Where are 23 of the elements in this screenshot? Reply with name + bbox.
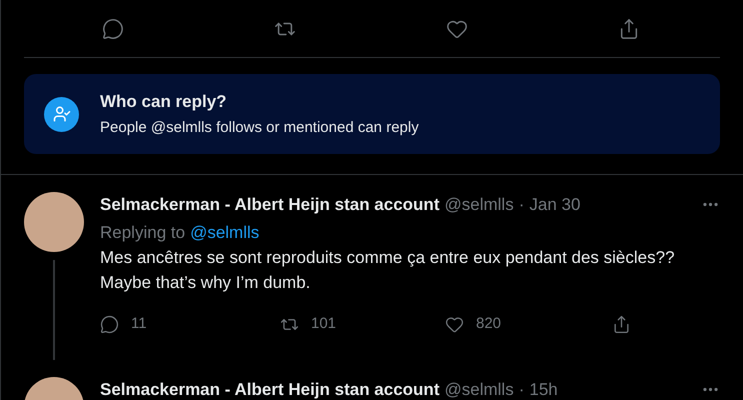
action-count: 820	[476, 314, 502, 334]
replying-label: Replying to	[100, 222, 186, 244]
author-name: Selmackerman - Albert Heijn stan account	[100, 194, 440, 216]
user-check-icon	[44, 96, 79, 132]
action-count: 11	[131, 314, 147, 334]
action-count: 101	[311, 314, 336, 334]
share-icon[interactable]	[618, 18, 640, 40]
share-icon[interactable]	[612, 314, 631, 334]
timestamp: Jan 30	[529, 194, 580, 216]
timestamp: 15h	[529, 379, 558, 400]
mention-link[interactable]: @selmlls	[190, 220, 260, 245]
author-name: Selmackerman - Albert Heijn stan account	[100, 379, 440, 400]
author-handle: @selmlls	[444, 379, 514, 400]
tweet-text-line: Mes ancêtres se sont reproduits comme ça entre eux pendant des siècles??	[100, 247, 676, 269]
reply-icon[interactable]	[102, 18, 124, 40]
separator-dot: ·	[518, 379, 524, 400]
reply-icon[interactable]	[100, 314, 119, 334]
separator-dot: ·	[518, 194, 524, 216]
heart-icon[interactable]	[445, 314, 464, 334]
author-handle: @selmlls	[444, 194, 514, 216]
tweet-text-line: Maybe that’s why I’m dumb.	[100, 272, 312, 294]
card-title: Who can reply?	[100, 90, 228, 112]
card-text: People @selmlls follows or mentioned can reply	[100, 118, 419, 138]
